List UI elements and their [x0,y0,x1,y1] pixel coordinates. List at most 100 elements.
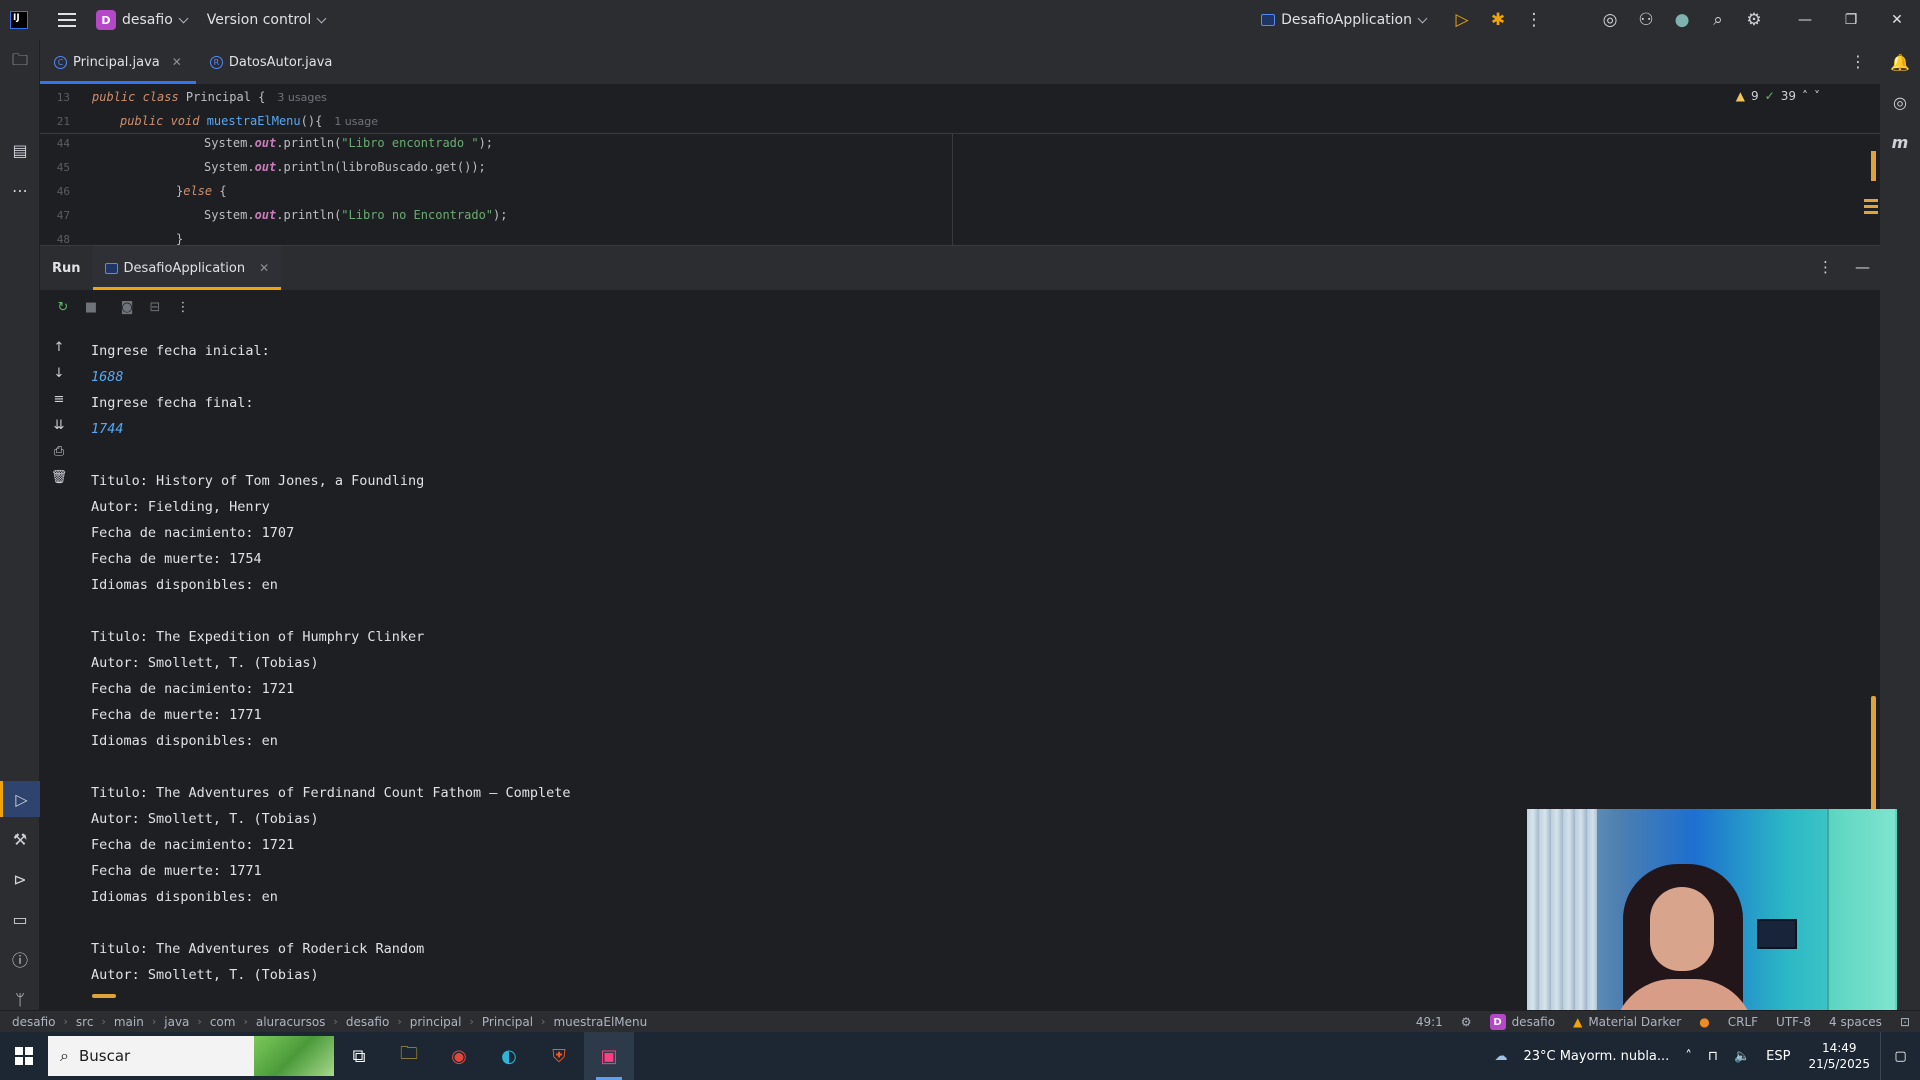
readonly-lock-icon[interactable]: ⚙ [1461,1015,1472,1029]
chevron-up-icon[interactable]: ˄ [1802,89,1808,103]
tray-expand-icon[interactable]: ˄ [1685,1049,1692,1064]
close-button[interactable]: ✕ [1874,0,1920,40]
project-selector[interactable]: desafio [122,12,173,28]
sticky-line[interactable]: 21 public void muestraElMenu(){ 1 usage [40,109,378,133]
weather-text[interactable]: 23°C Mayorm. nubla... [1523,1049,1669,1064]
input-language[interactable]: ESP [1766,1049,1790,1064]
build-hammer-icon[interactable]: ⚒ [0,821,40,857]
indent-setting[interactable]: 4 spaces [1829,1015,1882,1029]
weather-cloud-icon[interactable]: ☁ [1494,1049,1507,1064]
close-tab-icon[interactable]: ✕ [259,261,269,275]
structure-icon[interactable]: ▤ [0,132,40,168]
lock-icon[interactable]: ⊡ [1900,1015,1910,1029]
restore-layout-icon[interactable]: ⊟ [144,296,166,318]
task-view-icon[interactable]: ⧉ [334,1032,384,1080]
ai-assistant-icon[interactable]: ◎ [1592,2,1628,38]
code-line[interactable]: 48 } [40,227,183,245]
breadcrumb-item[interactable]: Principal [482,1015,533,1029]
horizontal-scrollbar[interactable] [92,994,116,998]
run-tab-desafioapplication[interactable]: DesafioApplication ✕ [92,246,282,290]
restore-button[interactable]: ❐ [1828,0,1874,40]
line-number: 21 [56,114,70,128]
project-folder-icon[interactable]: 🗀 [0,44,40,80]
inspection-widget[interactable]: ▲ 9 ✓ 39 ˄ ˅ [1736,89,1820,103]
status-circle-icon[interactable]: ● [1699,1015,1709,1029]
chevron-down-icon[interactable]: ˅ [1814,89,1820,103]
usages-hint[interactable]: 3 usages [277,91,326,104]
file-encoding[interactable]: UTF-8 [1776,1015,1811,1029]
more-tools-icon[interactable]: ⋯ [0,172,40,208]
notifications-bell-icon[interactable]: 🔔 [1880,44,1920,80]
clear-trash-icon[interactable]: 🗑 [48,466,70,488]
screenshot-camera-icon[interactable]: ◙ [116,296,138,318]
scroll-to-end-icon[interactable]: ⇊ [48,414,70,436]
hide-panel-icon[interactable]: — [1855,258,1870,276]
error-stripe-mark[interactable] [1864,199,1878,202]
edge-icon[interactable]: ◐ [484,1032,534,1080]
scroll-up-icon[interactable]: ↑ [48,336,70,358]
settings-gear-icon[interactable]: ⚙ [1736,2,1772,38]
editor-scrollbar[interactable] [1871,151,1876,181]
code-with-me-icon[interactable]: ● [1664,2,1700,38]
run-icon[interactable]: ▷ [1444,2,1480,38]
breadcrumb-item[interactable]: java [164,1015,189,1029]
run-options-icon[interactable]: ⋮ [1818,258,1833,276]
minimize-button[interactable]: — [1782,0,1828,40]
soft-wrap-icon[interactable]: ≡ [48,388,70,410]
more-options-icon[interactable]: ⋮ [172,296,194,318]
sticky-line[interactable]: 13 public class Principal { 3 usages [40,85,327,109]
code-line[interactable]: 47 System.out.println("Libro no Encontra… [40,203,508,227]
line-separator[interactable]: CRLF [1728,1015,1758,1029]
taskbar-clock[interactable]: 14:49 21/5/2025 [1808,1040,1870,1072]
error-stripe-mark[interactable] [1864,205,1878,208]
breadcrumb-item[interactable]: muestraElMenu [553,1015,647,1029]
intellij-taskbar-icon[interactable]: ▣ [584,1032,634,1080]
windows-start-icon[interactable] [0,1032,48,1080]
breadcrumb-item[interactable]: desafio [346,1015,390,1029]
breadcrumb-item[interactable]: main [114,1015,144,1029]
breadcrumb-item[interactable]: principal [410,1015,462,1029]
run-config-selector[interactable]: DesafioApplication [1261,12,1428,28]
taskbar-search[interactable]: ⌕ Buscar [48,1036,334,1076]
code-editor[interactable]: 13 public class Principal { 3 usages 21 … [40,85,1880,245]
chrome-icon[interactable]: ◉ [434,1032,484,1080]
project-badge[interactable]: D [96,10,116,30]
error-stripe-mark[interactable] [1864,211,1878,214]
brave-icon[interactable]: ⛨ [534,1032,584,1080]
breadcrumb-item[interactable]: src [76,1015,94,1029]
project-indicator[interactable]: D desafio [1489,1014,1555,1030]
caret-position[interactable]: 49:1 [1416,1015,1443,1029]
theme-indicator[interactable]: ▲ Material Darker [1573,1015,1681,1029]
stop-icon[interactable]: ■ [80,296,102,318]
notification-center-icon[interactable]: ▢ [1880,1032,1920,1080]
ai-assistant-icon[interactable]: ◎ [1880,84,1920,120]
run-tool-icon[interactable]: ▷ [0,781,40,817]
more-actions-icon[interactable]: ⋮ [1516,2,1552,38]
problems-icon[interactable]: ⓘ [0,941,40,977]
print-icon[interactable]: ⎙ [48,440,70,462]
breadcrumb-item[interactable]: aluracursos [256,1015,326,1029]
tab-datosautor-java[interactable]: R DatosAutor.java [196,40,347,84]
services-icon[interactable]: ⊳ [0,861,40,897]
close-tab-icon[interactable]: ✕ [172,55,182,69]
scroll-down-icon[interactable]: ↓ [48,362,70,384]
terminal-icon[interactable]: ▭ [0,901,40,937]
code-line[interactable]: 45 System.out.println(libroBuscado.get()… [40,155,486,179]
add-user-icon[interactable]: ⚇ [1628,2,1664,38]
maven-icon[interactable]: m [1880,124,1920,160]
usages-hint[interactable]: 1 usage [334,115,378,128]
code-line[interactable]: 44 System.out.println("Libro encontrado … [40,131,493,155]
search-icon[interactable]: ⌕ [1700,2,1736,38]
breadcrumb-item[interactable]: com [210,1015,236,1029]
tab-principal-java[interactable]: C Principal.java ✕ [40,40,196,84]
volume-icon[interactable]: 🔈 [1734,1049,1750,1064]
main-menu-icon[interactable] [58,13,76,27]
network-icon[interactable]: ⊓ [1708,1049,1718,1064]
breadcrumb-item[interactable]: desafio [12,1015,56,1029]
debug-icon[interactable]: ✱ [1480,2,1516,38]
version-control-menu[interactable]: Version control [207,12,311,28]
code-line[interactable]: 46 }else { [40,179,227,203]
rerun-icon[interactable]: ↻ [52,296,74,318]
file-explorer-icon[interactable]: 🗀 [384,1032,434,1080]
tab-options-icon[interactable]: ⋮ [1850,52,1866,71]
